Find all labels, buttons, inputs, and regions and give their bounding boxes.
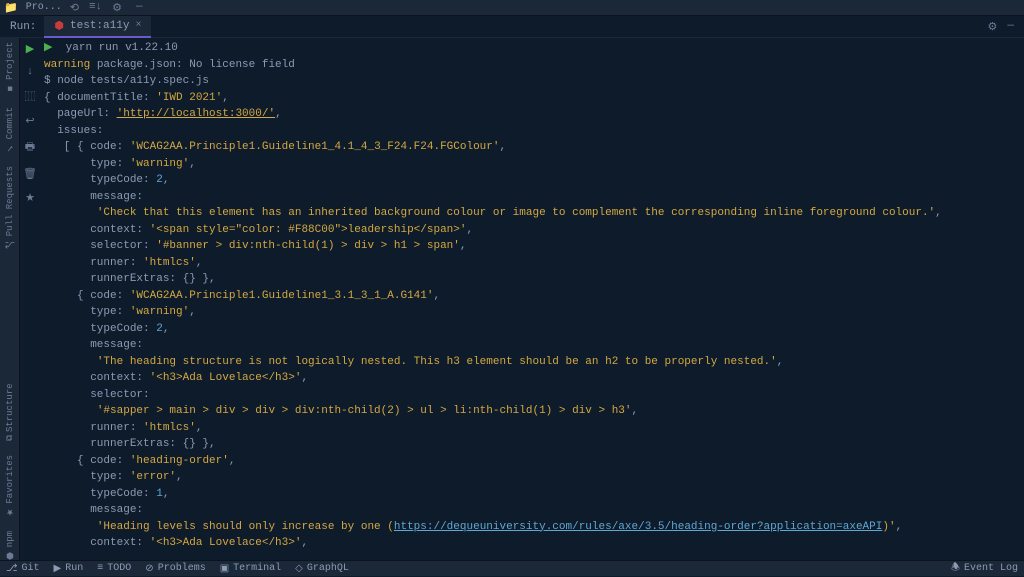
run-tab-bar: Run: ⬢ test:a11y × ⚙ — [0, 16, 1024, 38]
rail-npm[interactable]: ⬢npm [5, 531, 15, 560]
project-name: Pro... [26, 2, 62, 13]
play-icon[interactable]: ▶ [26, 42, 34, 56]
bottom-git[interactable]: ⎇Git [6, 563, 40, 575]
title-bar: 📁 Pro... ⟲ ≡↓ ⚙ — [0, 0, 1024, 16]
trash-icon[interactable]: 🗑 [23, 167, 37, 181]
terminal-icon: ▣ [220, 563, 229, 575]
hide-icon[interactable]: — [1007, 20, 1014, 34]
stop-icon[interactable]: ↓ [27, 66, 34, 78]
run-label: Run: [2, 21, 44, 33]
warning-icon: ⊘ [145, 563, 153, 575]
wrap-icon[interactable]: ↩ [25, 114, 34, 128]
bottom-terminal[interactable]: ▣Terminal [220, 563, 281, 575]
gear-icon[interactable]: ⚙ [988, 20, 998, 34]
bottom-graphql[interactable]: ◇GraphQL [295, 563, 349, 575]
refresh-icon[interactable]: ⟲ [70, 1, 79, 15]
play-icon: ▶ [54, 563, 62, 575]
graphql-icon: ◇ [295, 563, 303, 575]
rail-project[interactable]: ■Project [5, 42, 15, 93]
rail-favorites[interactable]: ★Favorites [5, 455, 15, 517]
bottom-tool-bar: ⎇Git ▶Run ≡TODO ⊘Problems ▣Terminal ◇Gra… [0, 560, 1024, 576]
minimize-icon[interactable]: — [136, 1, 143, 15]
bottom-problems[interactable]: ⊘Problems [145, 563, 205, 575]
bottom-run[interactable]: ▶Run [54, 563, 84, 575]
print-icon[interactable]: 🖶 [25, 138, 35, 157]
bottom-todo[interactable]: ≡TODO [97, 563, 131, 574]
run-toolbar-icon[interactable]: ≡↓ [89, 1, 102, 15]
settings-icon[interactable]: ⚙ [112, 1, 122, 15]
help-icon[interactable]: ★ [25, 191, 35, 205]
run-tab-label: test:a11y [70, 20, 129, 32]
left-tool-rail: ■Project ✓Commit ⎇Pull Requests ⧉Structu… [0, 38, 20, 560]
run-console[interactable]: ▶ yarn run v1.22.10 warning package.json… [40, 38, 1024, 560]
list-icon: ≡ [97, 563, 103, 574]
layout-icon[interactable]: ⿲ [25, 88, 36, 104]
folder-icon: 📁 [4, 1, 18, 15]
rail-structure[interactable]: ⧉Structure [5, 383, 15, 441]
bell-icon: 🕭 [951, 560, 960, 577]
close-icon[interactable]: × [135, 20, 141, 31]
rail-pull-requests[interactable]: ⎇Pull Requests [5, 166, 15, 249]
run-gutter: ▶ ↓ ⿲ ↩ 🖶 🗑 ★ [20, 38, 40, 560]
branch-icon: ⎇ [6, 563, 18, 575]
run-config-icon: ⬢ [54, 19, 64, 33]
rail-commit[interactable]: ✓Commit [5, 107, 15, 152]
run-tab[interactable]: ⬢ test:a11y × [44, 16, 151, 38]
bottom-eventlog[interactable]: 🕭Event Log [951, 560, 1018, 577]
